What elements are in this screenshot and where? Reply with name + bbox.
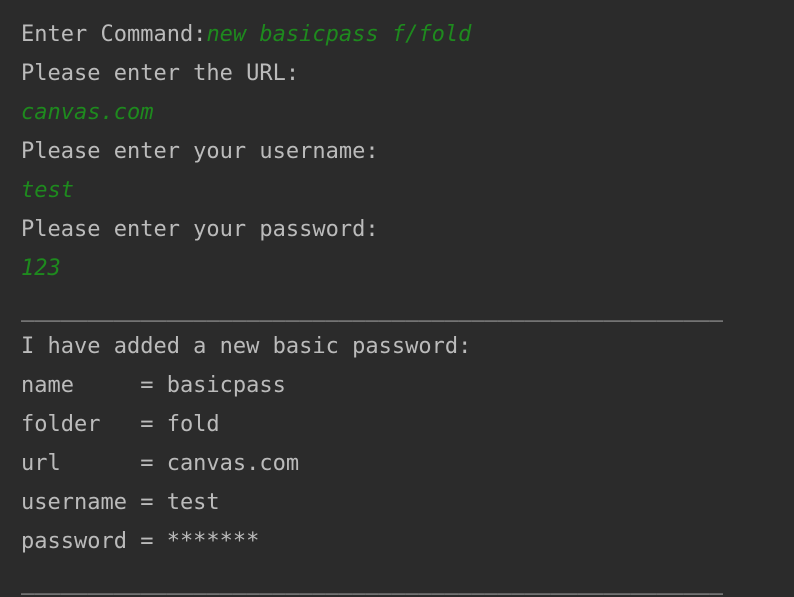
field-password: password = ******* (21, 529, 260, 554)
field-folder: folder = fold (21, 412, 220, 437)
separator-top: ________________________________________… (21, 297, 723, 322)
console-output[interactable]: Enter Command:new basicpass f/fold Pleas… (0, 0, 794, 597)
field-url: url = canvas.com (21, 451, 300, 476)
separator-bottom: ________________________________________… (21, 570, 723, 595)
username-input: test (21, 178, 74, 203)
url-input: canvas.com (21, 100, 154, 125)
password-input: 123 (21, 256, 61, 281)
command-prompt: Enter Command: (21, 22, 207, 47)
confirmation-message: I have added a new basic password: (21, 334, 472, 359)
field-username: username = test (21, 490, 220, 515)
password-prompt: Please enter your password: (21, 217, 379, 242)
command-input: new basicpass f/fold (206, 22, 472, 47)
command-line: Enter Command:new basicpass f/fold (21, 15, 471, 54)
url-prompt: Please enter the URL: (21, 61, 300, 86)
field-name: name = basicpass (21, 373, 286, 398)
username-prompt: Please enter your username: (21, 139, 379, 164)
